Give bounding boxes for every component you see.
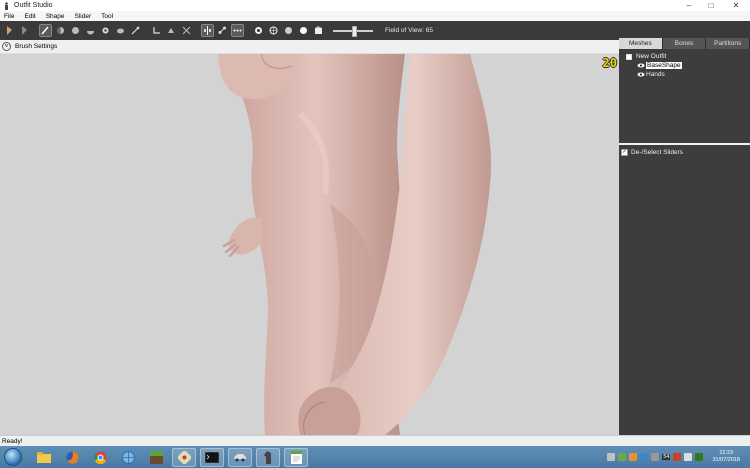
minecraft-icon[interactable]: [144, 448, 168, 467]
mask-tool-icon[interactable]: [54, 24, 67, 37]
checkbox-icon[interactable]: ✓: [621, 148, 628, 156]
mesh-tree: New Outfit BaseShape Hands: [619, 49, 750, 140]
brush-settings-label: Brush Settings: [15, 43, 58, 50]
update-icon[interactable]: [629, 453, 638, 461]
security-icon[interactable]: [618, 453, 627, 461]
tree-root-label: New Outfit: [636, 53, 667, 60]
texture-tool-icon[interactable]: [282, 24, 295, 37]
select-sliders-label: De-/Select Sliders: [631, 148, 684, 156]
maximize-button[interactable]: □: [700, 0, 722, 11]
bluetooth-icon[interactable]: [640, 453, 649, 461]
shading-tool-icon[interactable]: [297, 24, 310, 37]
fov-slider-thumb[interactable]: [352, 25, 358, 37]
left-hand: [228, 217, 262, 255]
terminal-icon[interactable]: [200, 447, 224, 467]
fps-counter: 20: [602, 56, 617, 70]
fov-label: Field of View: 65: [385, 27, 433, 34]
model-render: [218, 54, 491, 435]
brush-tool-icon[interactable]: [39, 24, 52, 37]
tray-badge[interactable]: 54: [662, 454, 671, 460]
title-bar: Outfit Studio – □ ✕: [0, 0, 750, 11]
flip-tool-icon[interactable]: [312, 24, 325, 37]
mannequin-icon: [5, 1, 8, 10]
xmirror-tool-icon[interactable]: [201, 24, 214, 37]
notepad-icon[interactable]: [284, 447, 308, 467]
menu-edit[interactable]: Edit: [19, 13, 40, 20]
menu-file[interactable]: File: [0, 13, 19, 20]
chrome-icon[interactable]: [88, 448, 112, 467]
alpha-tool-icon[interactable]: [180, 24, 193, 37]
start-button[interactable]: [4, 448, 22, 466]
brush-settings-bar[interactable]: ˅ Brush Settings: [0, 40, 619, 54]
tree-item-label: Hands: [646, 71, 665, 78]
usb-icon[interactable]: [651, 453, 660, 461]
eye-icon[interactable]: [637, 72, 645, 77]
select-sliders-header[interactable]: ✓ De-/Select Sliders: [621, 147, 750, 157]
panel-splitter[interactable]: [619, 143, 750, 145]
tree-root[interactable]: New Outfit: [619, 52, 750, 61]
menu-tool[interactable]: Tool: [96, 13, 118, 20]
volume-icon[interactable]: [684, 453, 693, 461]
globe-icon[interactable]: [116, 448, 140, 467]
taskbar: 54 22:23 31/07/2018: [0, 446, 750, 468]
eye-icon[interactable]: [637, 63, 645, 68]
lighting-tool-icon[interactable]: [252, 24, 265, 37]
transform-tool-icon[interactable]: [18, 24, 31, 37]
wireframe-tool-icon[interactable]: [267, 24, 280, 37]
menu-bar: File Edit Shape Slider Tool: [0, 11, 750, 21]
smooth-tool-icon[interactable]: [114, 24, 127, 37]
tab-bones[interactable]: Bones: [663, 38, 707, 49]
side-tabs: Meshes Bones Partitions: [619, 38, 750, 49]
weight-tool-icon[interactable]: [150, 24, 163, 37]
select-tool-icon[interactable]: [3, 24, 16, 37]
chevron-down-icon[interactable]: ˅: [2, 42, 11, 51]
explorer-icon[interactable]: [32, 448, 56, 467]
window-title: Outfit Studio: [14, 2, 53, 9]
vertex-tool-icon[interactable]: [231, 24, 244, 37]
flag-icon[interactable]: [673, 453, 682, 461]
firefox-icon[interactable]: [60, 448, 84, 467]
fov-slider[interactable]: [333, 25, 373, 37]
tree-item-label: BaseShape: [646, 62, 682, 69]
move-tool-icon[interactable]: [99, 24, 112, 37]
status-text: Ready!: [2, 438, 23, 445]
battery-icon[interactable]: [695, 453, 704, 461]
clock-time: 22:23: [719, 450, 734, 456]
inflate-tool-icon[interactable]: [69, 24, 82, 37]
horse-icon[interactable]: [256, 447, 280, 467]
tree-item-hands[interactable]: Hands: [619, 70, 750, 79]
color-tool-icon[interactable]: [165, 24, 178, 37]
tree-item-baseshape[interactable]: BaseShape: [619, 61, 750, 70]
sawblade-icon[interactable]: [172, 447, 196, 467]
clock[interactable]: 22:23 31/07/2018: [712, 450, 740, 464]
car-icon[interactable]: [228, 447, 252, 467]
undiff-tool-icon[interactable]: [129, 24, 142, 37]
clock-date: 31/07/2018: [712, 457, 740, 463]
menu-slider[interactable]: Slider: [69, 13, 96, 20]
side-panel: Meshes Bones Partitions New Outfit BaseS…: [619, 38, 750, 435]
menu-shape[interactable]: Shape: [41, 13, 70, 20]
window-controls: – □ ✕: [678, 0, 750, 11]
close-button[interactable]: ✕: [722, 0, 750, 11]
system-tray: 54 22:23 31/07/2018: [607, 446, 750, 468]
connected-tool-icon[interactable]: [216, 24, 229, 37]
3d-viewport[interactable]: 20: [0, 54, 619, 435]
collapse-icon[interactable]: [626, 53, 632, 60]
minimize-button[interactable]: –: [678, 0, 700, 11]
tab-partitions[interactable]: Partitions: [706, 38, 750, 49]
tab-meshes[interactable]: Meshes: [619, 38, 663, 49]
deflate-tool-icon[interactable]: [84, 24, 97, 37]
network-icon[interactable]: [607, 453, 616, 461]
